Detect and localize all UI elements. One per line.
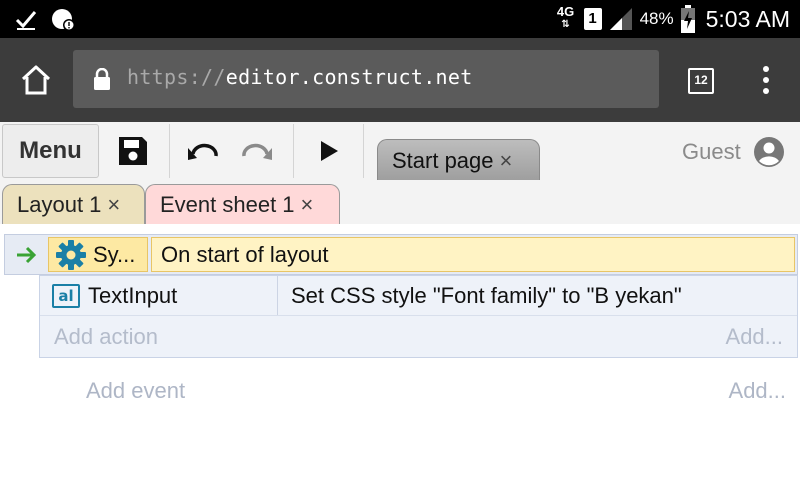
menu-button[interactable]: Menu <box>2 124 99 178</box>
url-bar[interactable]: https://editor.construct.net <box>73 50 659 108</box>
add-event-short-link[interactable]: Add... <box>729 378 786 404</box>
tab-label: Event sheet 1 <box>160 192 295 217</box>
event-sheet: Sy... On start of layout al TextInput Se… <box>0 224 800 480</box>
data-arrows-icon: ⇅ <box>561 19 570 30</box>
battery-charging-icon <box>680 5 695 33</box>
lock-icon <box>94 68 110 90</box>
account-icon <box>753 137 784 167</box>
save-icon[interactable] <box>116 134 150 168</box>
tab-event-sheet-1[interactable]: Event sheet 1 × <box>145 184 340 225</box>
signal-icon <box>609 8 632 30</box>
toolbar-divider <box>293 124 294 178</box>
text-input-icon: al <box>52 283 80 308</box>
action-row[interactable]: al TextInput Set CSS style "Font family"… <box>40 276 797 316</box>
action-text[interactable]: Set CSS style "Font family" to "B yekan" <box>291 276 682 315</box>
user-account[interactable]: Guest <box>682 136 785 168</box>
action-object-name: TextInput <box>88 282 178 308</box>
browser-toolbar: https://editor.construct.net 12 <box>0 38 800 122</box>
toolbar-divider <box>363 124 364 178</box>
close-icon[interactable]: × <box>107 192 120 218</box>
event-block[interactable]: Sy... On start of layout <box>4 234 798 275</box>
condition-label: On start of layout <box>161 241 329 267</box>
gear-icon <box>56 239 86 270</box>
network-type: 4G ⇅ <box>554 5 578 33</box>
tab-layout-1[interactable]: Layout 1 × <box>2 184 145 225</box>
tab-label: Layout 1 <box>17 192 102 217</box>
play-icon[interactable] <box>312 134 346 168</box>
tab-start-page[interactable]: Start page × <box>377 139 540 181</box>
toolbar-divider <box>169 124 170 178</box>
condition-object-name: Sy... <box>93 241 136 267</box>
battery-percent: 48% <box>639 9 674 28</box>
data-saver-icon <box>52 9 75 31</box>
add-event-link[interactable]: Add event <box>86 378 185 404</box>
more-options-icon[interactable] <box>756 64 776 96</box>
tab-switcher-button[interactable]: 12 <box>688 68 714 94</box>
action-label: Set CSS style "Font family" to "B yekan" <box>291 282 682 308</box>
editor-toolbar: Menu Start page × Guest <box>0 122 800 181</box>
add-action-short-link[interactable]: Add... <box>726 324 783 350</box>
url-host: editor.construct.net <box>225 65 473 89</box>
check-icon <box>15 11 37 30</box>
url-scheme: https:// <box>127 65 226 89</box>
undo-icon[interactable] <box>186 134 220 168</box>
home-icon[interactable] <box>18 62 54 98</box>
condition-text[interactable]: On start of layout <box>151 237 795 272</box>
document-tabs: Layout 1 × Event sheet 1 × <box>0 180 800 225</box>
close-icon[interactable]: × <box>301 192 314 218</box>
redo-icon[interactable] <box>240 134 274 168</box>
arrow-right-icon <box>17 246 37 264</box>
actions-block: al TextInput Set CSS style "Font family"… <box>39 275 798 358</box>
condition-object[interactable]: Sy... <box>48 237 148 272</box>
close-icon[interactable]: × <box>500 148 513 174</box>
action-object[interactable]: al TextInput <box>40 276 278 315</box>
user-label: Guest <box>682 139 741 164</box>
editor-app: Menu Start page × Guest Layout 1 × Event… <box>0 122 800 480</box>
add-action-link[interactable]: Add action <box>54 324 158 350</box>
status-bar: 4G ⇅ 1 48% 5:03 AM <box>0 0 800 38</box>
sim-badge: 1 <box>583 8 602 30</box>
url-text: https://editor.construct.net <box>127 65 473 89</box>
clock: 5:03 AM <box>705 5 790 32</box>
tab-label: Start page <box>392 147 494 173</box>
